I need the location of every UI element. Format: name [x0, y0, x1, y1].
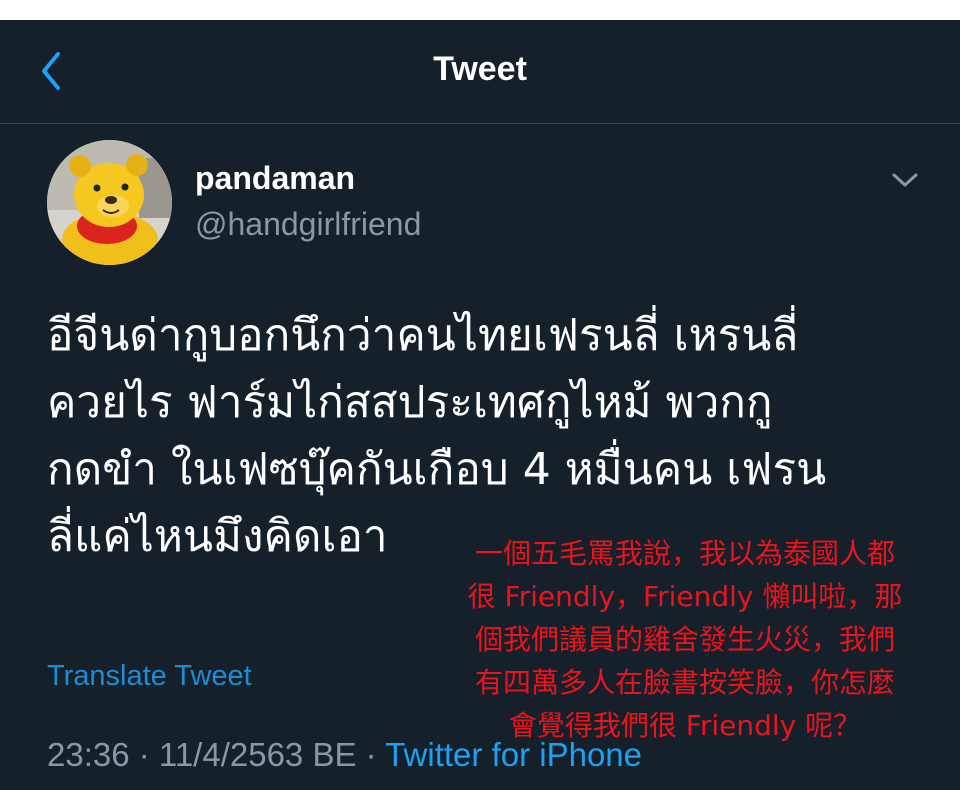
author-handle[interactable]: @handgirlfriend	[195, 206, 421, 243]
meta-separator: ·	[129, 736, 159, 773]
tweet-text-line: อีจีนด่ากูบอกนึกว่าคนไทยเฟรนลี่ เหรนลี่	[47, 310, 799, 361]
meta-separator: ·	[356, 736, 386, 773]
yellow-bear-plush-avatar	[47, 140, 172, 265]
tweet-menu-button[interactable]	[888, 168, 922, 192]
overlay-caption-line: 會覺得我們很 Friendly 呢？	[508, 709, 862, 742]
author-display-name[interactable]: pandaman	[195, 160, 355, 197]
tweet-text-line: กดขำ ในเฟซบุ๊คกันเกือบ 4 หมื่นคน เฟรน	[47, 444, 827, 495]
header-bar: Tweet	[0, 20, 960, 124]
tweet-time: 23:36	[47, 736, 130, 773]
overlay-caption: 一個五毛罵我說，我以為泰國人都 很 Friendly，Friendly 懶叫啦，…	[440, 532, 930, 747]
tweet-text-line: ควยไร ฟาร์มไก่สสประเทศกูไหม้ พวกกู	[47, 377, 773, 428]
page-title: Tweet	[433, 50, 527, 88]
overlay-caption-line: 一個五毛罵我說，我以為泰國人都	[474, 537, 895, 570]
tweet-date: 11/4/2563 BE	[158, 736, 357, 773]
overlay-caption-line: 有四萬多人在臉書按笑臉，你怎麼	[474, 666, 895, 699]
overlay-caption-line: 很 Friendly，Friendly 懶叫啦，那	[467, 580, 903, 613]
tweet-text: อีจีนด่ากูบอกนึกว่าคนไทยเฟรนลี่ เหรนลี่ …	[47, 302, 927, 570]
overlay-caption-line: 個我們議員的雞舍發生火災，我們	[474, 623, 895, 656]
avatar[interactable]	[47, 140, 172, 265]
chevron-down-icon	[892, 173, 918, 187]
translate-tweet-link[interactable]: Translate Tweet	[47, 660, 252, 693]
tweet-screen: Tweet pandaman @handgirlfriend อีจีนด่าก…	[0, 20, 960, 790]
